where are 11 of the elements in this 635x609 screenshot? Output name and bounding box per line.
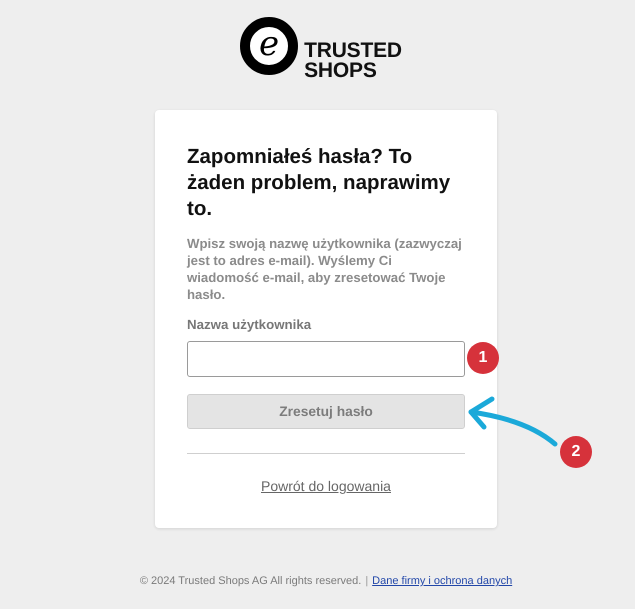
username-field[interactable] bbox=[187, 341, 465, 377]
field-label: Nazwa użytkownika bbox=[187, 317, 312, 333]
logo-emblem: e bbox=[240, 17, 298, 75]
page-title: Zapomniałeś hasła? To żaden problem, naprawimy to. bbox=[187, 144, 452, 222]
privacy-link[interactable]: Dane firmy i ochrona danych bbox=[372, 575, 512, 587]
copyright-text: © 2024 Trusted Shops AG All rights reserved. bbox=[140, 575, 362, 587]
logo-wordmark: TRUSTED SHOPS bbox=[304, 41, 402, 81]
description-text: Wpisz swoją nazwę użytkownika (zazwyczaj jest to adres e-mail). Wyślemy Ci wiadomość e-mail, aby zresetować Twoje hasło. bbox=[187, 235, 463, 303]
annotation-badge: 2 bbox=[560, 436, 592, 468]
back-to-login-link[interactable]: Powrót do logowania bbox=[261, 477, 391, 495]
separator-text: | bbox=[365, 575, 368, 587]
